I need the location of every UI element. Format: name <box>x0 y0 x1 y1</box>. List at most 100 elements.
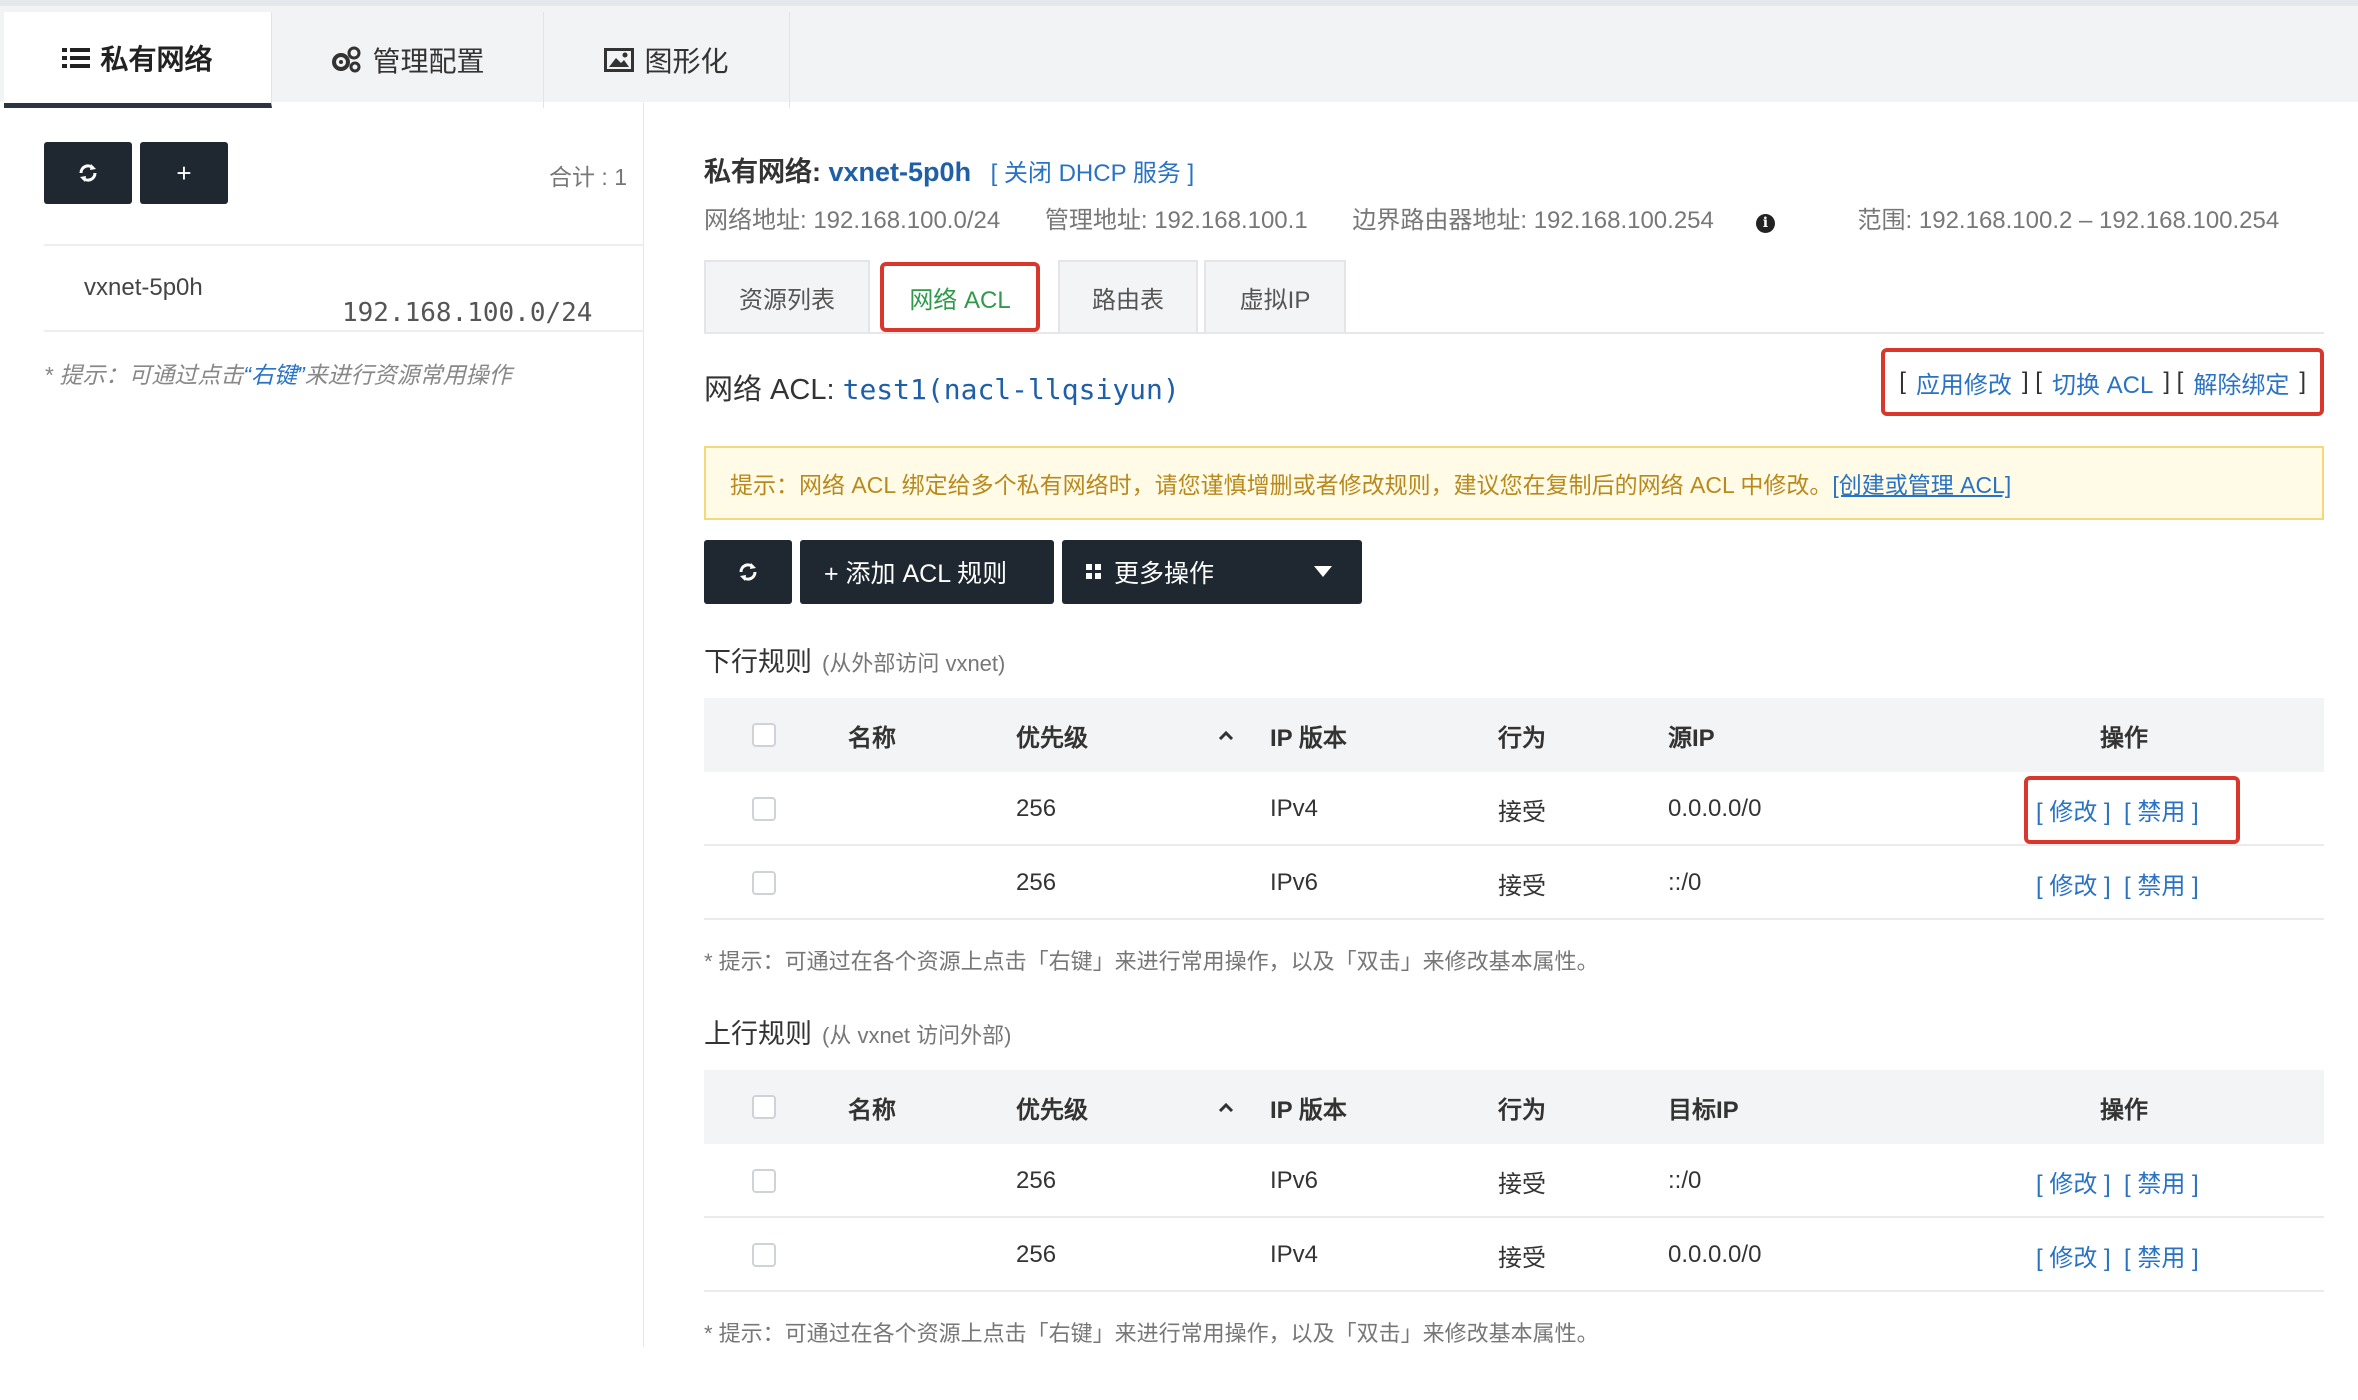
row-action: 接受 <box>1498 1170 1546 1198</box>
sub-tabs: 资源列表 网络 ACL 路由表 虚拟IP <box>704 260 2324 334</box>
border-router-text: 边界路由器地址: 192.168.100.254 <box>1352 207 1714 234</box>
header-checkbox-cell <box>752 698 776 772</box>
row-ip-version: IPv4 <box>1270 795 1319 822</box>
title-label: 私有网络: <box>704 157 821 187</box>
row-checkbox-cell <box>752 1218 776 1292</box>
dhcp-toggle-link[interactable]: [ 关闭 DHCP 服务 ] <box>991 160 1195 187</box>
row-action: 接受 <box>1498 1244 1546 1272</box>
header-action: 行为 <box>1498 1096 1546 1124</box>
more-actions-label: 更多操作 <box>1114 560 1215 588</box>
disable-rule-link[interactable]: [ 禁用 ] <box>2124 1144 2199 1218</box>
sort-asc-icon[interactable] <box>1218 1070 1234 1144</box>
disable-rule-link[interactable]: [ 禁用 ] <box>2124 1218 2199 1292</box>
header-target-ip: 目标IP <box>1668 1096 1739 1124</box>
gears-icon <box>332 46 361 73</box>
tab-graphical[interactable]: 图形化 <box>544 12 790 108</box>
tab-virtual-ip[interactable]: 虚拟IP <box>1204 260 1346 332</box>
refresh-button[interactable] <box>44 142 132 204</box>
edit-rule-link[interactable]: [ 修改 ] <box>2036 1218 2111 1292</box>
more-actions-dropdown[interactable]: 更多操作 <box>1062 540 1362 604</box>
network-info: 网络地址: 192.168.100.0/24 管理地址: 192.168.100… <box>704 200 2317 235</box>
divider <box>44 330 643 332</box>
row-checkbox-cell <box>752 846 776 920</box>
bracket: ] [ <box>2021 368 2042 395</box>
row-checkbox-cell <box>752 1144 776 1218</box>
row-action: 接受 <box>1498 872 1546 900</box>
row-checkbox[interactable] <box>752 1169 776 1193</box>
edit-rule-link[interactable]: [ 修改 ] <box>2036 1144 2111 1218</box>
manage-address: 管理地址: 192.168.100.1 <box>1044 207 1308 234</box>
network-title: 私有网络: vxnet-5p0h [ 关闭 DHCP 服务 ] <box>704 150 1194 189</box>
tab-network-acl[interactable]: 网络 ACL <box>880 262 1040 332</box>
row-ip: 0.0.0.0/0 <box>1668 795 1762 822</box>
acl-name[interactable]: test1(nacl-llqsiyun) <box>843 373 1180 406</box>
select-all-checkbox[interactable] <box>752 723 776 747</box>
inbound-subtitle: (从外部访问 vxnet) <box>822 651 1006 676</box>
header-name[interactable]: 名称 <box>848 1070 896 1144</box>
outbound-tip: * 提示：可通过在各个资源上点击「右键」来进行常用操作，以及「双击」来修改基本属… <box>704 1321 1599 1346</box>
row-priority: 256 <box>1016 795 1057 822</box>
row-checkbox[interactable] <box>752 871 776 895</box>
tab-manage-config[interactable]: 管理配置 <box>272 12 544 108</box>
row-checkbox[interactable] <box>752 797 776 821</box>
apply-changes-link[interactable]: 应用修改 <box>1916 365 2012 400</box>
info-icon[interactable]: i <box>1755 214 1775 233</box>
outbound-subtitle: (从 vxnet 访问外部) <box>822 1023 1012 1048</box>
warning-banner: 提示：网络 ACL 绑定给多个私有网络时，请您谨慎增删或者修改规则，建议您在复制… <box>704 446 2324 520</box>
border-router-address: 边界路由器地址: 192.168.100.254 i <box>1352 207 1813 234</box>
tab-resource-list[interactable]: 资源列表 <box>704 260 870 332</box>
refresh-rules-button[interactable] <box>704 540 792 604</box>
header-priority[interactable]: 优先级 <box>1016 1070 1088 1144</box>
outbound-title: 上行规则 <box>704 1019 812 1049</box>
network-item-ip: 192.168.100.0/24 <box>342 298 593 328</box>
table-row[interactable]: 256 IPv6 接受 ::/0 [ 修改 ] [ 禁用 ] <box>704 1144 2324 1218</box>
network-item-name[interactable]: vxnet-5p0h <box>84 274 203 302</box>
tab-graphical-label: 图形化 <box>644 46 729 77</box>
edit-rule-link[interactable]: [ 修改 ] <box>2036 846 2111 920</box>
row-ip: ::/0 <box>1668 869 1702 896</box>
header-name[interactable]: 名称 <box>848 698 896 772</box>
add-acl-rule-button[interactable]: + 添加 ACL 规则 <box>800 540 1054 604</box>
header-ip-version: IP 版本 <box>1270 724 1347 752</box>
table-row[interactable]: 256 IPv6 接受 ::/0 [ 修改 ] [ 禁用 ] <box>704 846 2324 920</box>
tab-route-table[interactable]: 路由表 <box>1058 260 1198 332</box>
hint-key: “右键” <box>243 362 305 388</box>
acl-label: 网络 ACL: <box>704 374 835 406</box>
header-checkbox-cell <box>752 1070 776 1144</box>
row-ip-version: IPv6 <box>1270 1167 1319 1194</box>
add-network-button[interactable]: + <box>140 142 228 204</box>
hint-prefix: * 提示：可通过点击 <box>44 362 244 388</box>
row-priority: 256 <box>1016 1167 1057 1194</box>
switch-acl-link[interactable]: 切换 ACL <box>2052 365 2153 400</box>
header-operations: 操作 <box>2100 724 2148 752</box>
disable-rule-link[interactable]: [ 禁用 ] <box>2124 846 2199 920</box>
row-checkbox[interactable] <box>752 1243 776 1267</box>
manage-acl-link[interactable]: [创建或管理 ACL] <box>1832 466 2011 500</box>
inbound-title: 下行规则 <box>704 647 812 677</box>
row-ip: 0.0.0.0/0 <box>1668 1241 1762 1268</box>
sort-asc-icon[interactable] <box>1218 698 1234 772</box>
unbind-link[interactable]: 解除绑定 <box>2193 365 2289 400</box>
row-ip-version: IPv4 <box>1270 1241 1319 1268</box>
row-checkbox-cell <box>752 772 776 846</box>
table-header: 名称 优先级 IP 版本 行为 目标IP 操作 <box>704 1070 2324 1144</box>
tab-manage-config-label: 管理配置 <box>372 46 485 77</box>
top-tab-bar: 私有网络 管理配置 图形化 <box>0 0 2358 108</box>
table-row[interactable]: 256 IPv4 接受 0.0.0.0/0 [ 修改 ] [ 禁用 ] <box>704 1218 2324 1292</box>
tab-private-network[interactable]: 私有网络 <box>4 12 272 108</box>
image-icon <box>604 48 635 72</box>
select-all-checkbox[interactable] <box>752 1095 776 1119</box>
row-ip: ::/0 <box>1668 1167 1702 1194</box>
refresh-icon <box>739 563 757 581</box>
divider <box>44 244 643 246</box>
inbound-section-title: 下行规则 (从外部访问 vxnet) <box>704 640 1005 679</box>
warning-text: 提示：网络 ACL 绑定给多个私有网络时，请您谨慎增删或者修改规则，建议您在复制… <box>730 472 1833 498</box>
row-priority: 256 <box>1016 869 1057 896</box>
ip-range: 范围: 192.168.100.2 – 192.168.100.254 <box>1857 207 2280 234</box>
acl-title: 网络 ACL: test1(nacl-llqsiyun) <box>704 366 1180 408</box>
row-priority: 256 <box>1016 1241 1057 1268</box>
network-name: vxnet-5p0h <box>828 157 972 187</box>
list-icon <box>62 47 91 68</box>
inbound-tip: * 提示：可通过在各个资源上点击「右键」来进行常用操作，以及「双击」来修改基本属… <box>704 949 1599 974</box>
header-priority[interactable]: 优先级 <box>1016 698 1088 772</box>
